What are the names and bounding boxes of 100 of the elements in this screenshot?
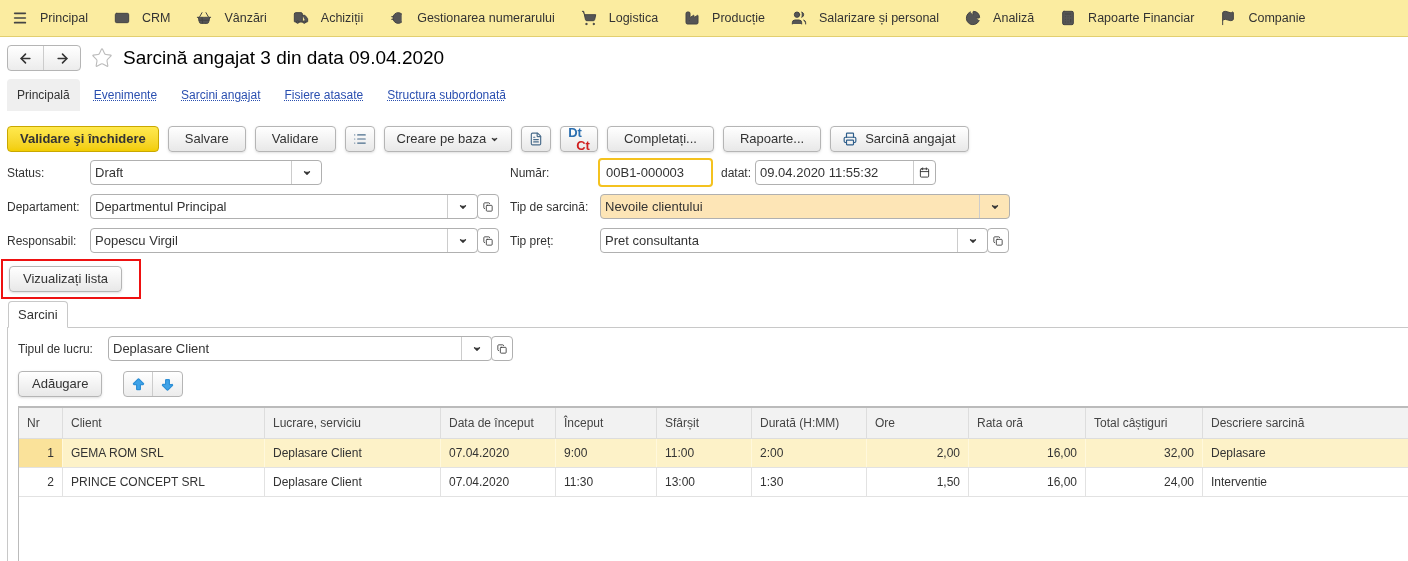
tab[interactable]: Sarcini <box>8 301 68 328</box>
table-row[interactable]: 2 PRINCE CONCEPT SRL Deplasare Client 07.04.2020 11:30 13:00 1:30 1,50 16,00 24,00 Interventie <box>19 468 1408 497</box>
toolbar-button[interactable]: Salvare <box>167 126 246 152</box>
printer-icon <box>843 132 858 146</box>
open-window-icon <box>993 235 1003 246</box>
create-based-on-button[interactable]: Creare pe baza <box>383 126 513 152</box>
section-tab[interactable]: Sarcini angajat <box>171 79 271 111</box>
toolbar-button[interactable]: Completați... <box>606 126 714 152</box>
table-cell: 13:00 <box>657 468 752 496</box>
field-label: Status: <box>7 164 46 182</box>
field-label: Tip preț: <box>510 232 555 250</box>
table-cell: Deplasare Client <box>265 439 441 467</box>
select-field[interactable]: Popescu Virgil <box>90 228 478 253</box>
section-tab[interactable]: Principală <box>7 79 80 111</box>
table-cell: GEMA ROM SRL <box>63 439 265 467</box>
table-cell: 07.04.2020 <box>441 468 556 496</box>
menu-icon <box>12 10 28 26</box>
pie-chart-icon <box>965 10 982 26</box>
table-cell: PRINCE CONCEPT SRL <box>63 468 265 496</box>
down-arrow-icon <box>160 376 176 392</box>
menu-item[interactable]: Gestionarea numerarului <box>389 8 555 28</box>
basket-icon <box>196 10 213 26</box>
number-field[interactable]: 00B1-000003 <box>598 158 713 187</box>
section-tab[interactable]: Structura subordonată <box>377 79 516 111</box>
up-arrow-icon <box>130 376 146 392</box>
table-cell: 1,50 <box>867 468 969 496</box>
table-cell: 32,00 <box>1086 439 1203 467</box>
window-title: Sarcină angajat 3 din data 09.04.2020 <box>123 45 445 70</box>
menu-item[interactable]: Achiziții <box>292 8 364 28</box>
menu-item[interactable]: Rapoarte Financiar <box>1060 8 1195 28</box>
table-cell: 2 <box>19 468 63 496</box>
table-cell: Deplasare Client <box>265 468 441 496</box>
field-label: Număr: <box>510 164 551 182</box>
star-icon[interactable] <box>91 47 113 69</box>
select-field[interactable]: Pret consultanta <box>600 228 988 253</box>
section-tab[interactable]: Evenimente <box>83 79 168 111</box>
column-header[interactable]: Nr <box>19 408 63 438</box>
debit-credit-button[interactable]: Dt Ct <box>560 126 598 152</box>
field-label: datat: <box>721 164 752 182</box>
table-cell: 9:00 <box>556 439 657 467</box>
list-icon <box>352 132 367 146</box>
factory-icon <box>684 10 701 26</box>
menu-item[interactable]: Salarizare și personal <box>790 8 940 28</box>
print-button[interactable]: Sarcină angajat <box>830 126 969 152</box>
select-field[interactable]: Draft <box>90 160 322 185</box>
table-cell: 2,00 <box>867 439 969 467</box>
table-row[interactable]: 1 GEMA ROM SRL Deplasare Client 07.04.2020 9:00 11:00 2:00 2,00 16,00 32,00 Deplasare <box>19 439 1408 468</box>
table-cell: 16,00 <box>969 439 1086 467</box>
column-header[interactable]: Descriere sarcină <box>1203 408 1408 438</box>
table-cell: 2:00 <box>752 439 867 467</box>
field-label: Tipul de lucru: <box>18 340 94 358</box>
view-list-button[interactable]: Vizualizați lista <box>9 266 123 292</box>
table-cell: Deplasare <box>1203 439 1408 467</box>
open-window-icon <box>483 201 493 212</box>
column-header[interactable]: Total câștiguri <box>1086 408 1203 438</box>
select-field[interactable]: Nevoile clientului <box>600 194 1010 219</box>
calculator-icon <box>1060 10 1077 26</box>
table-cell: 1 <box>19 439 63 467</box>
column-header[interactable]: Ore <box>867 408 969 438</box>
open-button[interactable] <box>491 336 513 361</box>
open-button[interactable] <box>477 194 499 219</box>
document-button[interactable] <box>521 126 552 152</box>
field-label: Departament: <box>7 198 81 216</box>
toolbar-button[interactable]: Rapoarte... <box>722 126 822 152</box>
menu-item[interactable]: CRM <box>113 8 171 28</box>
table-cell: 11:30 <box>556 468 657 496</box>
menu-item[interactable]: Companie <box>1220 8 1306 28</box>
field-label: Responsabil: <box>7 232 78 250</box>
date-field[interactable]: 09.04.2020 11:55:32 <box>755 160 937 185</box>
column-header[interactable]: Sfârșit <box>657 408 752 438</box>
field-label: Tip de sarcină: <box>510 198 590 216</box>
users-icon <box>790 10 807 26</box>
table-cell: 24,00 <box>1086 468 1203 496</box>
column-header[interactable]: Început <box>556 408 657 438</box>
open-button[interactable] <box>987 228 1009 253</box>
toolbar-button[interactable]: Validare <box>254 126 336 152</box>
select-field[interactable]: Deplasare Client <box>108 336 492 361</box>
add-button[interactable]: Adăugare <box>18 371 103 397</box>
validate-close-button[interactable]: Validare şi închidere <box>7 126 159 152</box>
document-icon <box>529 132 544 146</box>
table-cell: 1:30 <box>752 468 867 496</box>
select-field[interactable]: Departmentul Principal <box>90 194 478 219</box>
menu-item[interactable]: Logistica <box>580 8 659 28</box>
cart-icon <box>580 10 597 26</box>
open-window-icon <box>483 235 493 246</box>
open-window-icon <box>497 343 507 354</box>
menu-item[interactable]: Producție <box>684 8 765 28</box>
column-header[interactable]: Rata oră <box>969 408 1086 438</box>
column-header[interactable]: Data de început <box>441 408 556 438</box>
open-button[interactable] <box>477 228 499 253</box>
table-cell: Interventie <box>1203 468 1408 496</box>
menu-item[interactable]: Analiză <box>965 8 1035 28</box>
section-tab[interactable]: Fisiere atasate <box>274 79 374 111</box>
table-cell: 16,00 <box>969 468 1086 496</box>
column-header[interactable]: Client <box>63 408 265 438</box>
column-header[interactable]: Lucrare, serviciu <box>265 408 441 438</box>
column-header[interactable]: Durată (H:MM) <box>752 408 867 438</box>
calendar-icon[interactable] <box>919 167 931 178</box>
menu-item[interactable]: Principal <box>12 8 88 28</box>
menu-item[interactable]: Vânzări <box>196 8 267 28</box>
